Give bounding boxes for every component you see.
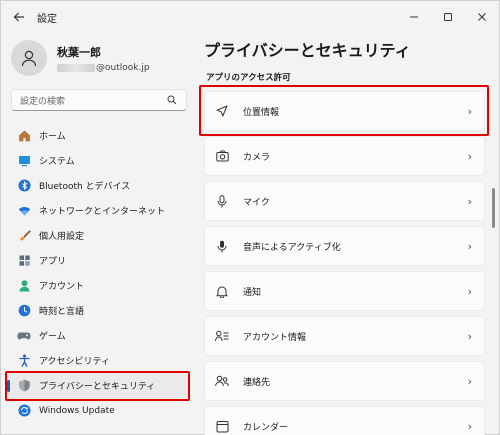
title-bar: 設定 (1, 1, 499, 33)
apps-icon (17, 254, 31, 268)
arrow-left-icon (13, 12, 24, 22)
sidebar-item-label: 時刻と言語 (39, 307, 85, 317)
search-placeholder: 設定の検索 (20, 96, 66, 107)
sidebar-item-label: アカウント (39, 282, 85, 292)
close-button[interactable] (465, 1, 499, 33)
location-highlight-box (199, 85, 489, 136)
setting-row-voice-activation[interactable]: 音声によるアクティブ化 › (204, 226, 485, 266)
user-email-domain: @outlook.jp (96, 62, 150, 73)
sidebar-item-home[interactable]: ホーム (7, 123, 189, 148)
scrollbar-thumb[interactable] (492, 188, 495, 228)
sidebar-item-time-language[interactable]: 時刻と言語 (7, 298, 189, 323)
chevron-right-icon: › (467, 284, 472, 298)
sidebar-item-label: システム (39, 157, 75, 167)
account-info-icon (215, 329, 229, 343)
setting-row-microphone[interactable]: マイク › (204, 181, 485, 221)
setting-row-label: マイク (243, 197, 270, 208)
chevron-right-icon: › (467, 419, 472, 433)
email-redaction (57, 63, 95, 72)
camera-icon (215, 149, 229, 163)
page-title: プライバシーとセキュリティ (204, 41, 411, 60)
account-icon (17, 279, 31, 293)
wifi-icon (17, 204, 31, 218)
sidebar-item-system[interactable]: システム (7, 148, 189, 173)
sidebar-item-gaming[interactable]: ゲーム (7, 323, 189, 348)
window-controls (397, 1, 499, 33)
sidebar-item-bluetooth[interactable]: Bluetooth とデバイス (7, 173, 189, 198)
sidebar-item-label: Windows Update (39, 405, 115, 416)
section-heading: アプリのアクセス許可 (206, 73, 291, 83)
bell-icon (215, 284, 229, 298)
sidebar-item-accounts[interactable]: アカウント (7, 273, 189, 298)
sidebar-item-windows-update[interactable]: Windows Update (7, 398, 189, 423)
update-icon (17, 404, 31, 418)
user-email: @outlook.jp (57, 63, 150, 73)
back-button[interactable] (5, 3, 33, 31)
setting-row-label: アカウント情報 (243, 332, 307, 343)
person-icon (21, 50, 37, 67)
sidebar-item-label: ネットワークとインターネット (39, 207, 166, 217)
search-input[interactable]: 設定の検索 (11, 89, 187, 111)
home-icon (17, 129, 31, 143)
setting-row-calendar[interactable]: カレンダー › (204, 406, 485, 435)
calendar-icon (215, 419, 229, 433)
maximize-icon (444, 13, 452, 21)
chevron-right-icon: › (467, 239, 472, 253)
setting-row-contacts[interactable]: 連絡先 › (204, 361, 485, 401)
search-icon[interactable] (166, 94, 178, 106)
minimize-icon (410, 16, 418, 18)
settings-list: 位置情報 › カメラ › マイク › 音声によるアクティブ化 › 通知 › アカ… (204, 91, 485, 435)
gamepad-icon (17, 329, 31, 343)
time-language-icon (17, 304, 31, 318)
chevron-right-icon: › (467, 149, 472, 163)
setting-row-label: カメラ (243, 152, 271, 163)
sidebar-item-accessibility[interactable]: アクセシビリティ (7, 348, 189, 373)
settings-window: 設定 秋葉一郎 @outlook.jp 設定の検索 ホーム システム Bluet… (0, 0, 500, 435)
bluetooth-icon (17, 179, 31, 193)
app-title: 設定 (37, 13, 57, 25)
chevron-right-icon: › (467, 194, 472, 208)
user-profile[interactable]: 秋葉一郎 @outlook.jp (11, 39, 181, 77)
sidebar-item-label: アクセシビリティ (39, 357, 111, 367)
setting-row-label: 通知 (243, 287, 262, 298)
sidebar-item-label: ホーム (39, 132, 66, 142)
sidebar-item-label: ゲーム (39, 332, 66, 342)
setting-row-account-info[interactable]: アカウント情報 › (204, 316, 485, 356)
chevron-right-icon: › (467, 329, 472, 343)
sidebar-item-personalization[interactable]: 個人用設定 (7, 223, 189, 248)
sidebar-item-label: 個人用設定 (39, 232, 85, 242)
setting-row-camera[interactable]: カメラ › (204, 136, 485, 176)
system-icon (17, 154, 31, 168)
maximize-button[interactable] (431, 1, 465, 33)
voice-activation-icon (215, 239, 229, 253)
minimize-button[interactable] (397, 1, 431, 33)
sidebar-item-label: アプリ (39, 257, 67, 267)
sidebar-item-apps[interactable]: アプリ (7, 248, 189, 273)
sidebar-highlight-box (5, 371, 190, 401)
avatar (11, 40, 47, 76)
contacts-icon (215, 374, 229, 388)
setting-row-label: カレンダー (243, 422, 289, 433)
user-name: 秋葉一郎 (57, 45, 101, 59)
accessibility-icon (17, 354, 31, 368)
chevron-right-icon: › (467, 374, 472, 388)
brush-icon (17, 229, 31, 243)
setting-row-notifications[interactable]: 通知 › (204, 271, 485, 311)
setting-row-label: 連絡先 (243, 377, 271, 388)
sidebar-item-network[interactable]: ネットワークとインターネット (7, 198, 189, 223)
microphone-icon (215, 194, 229, 208)
close-icon (478, 13, 486, 21)
sidebar-item-label: Bluetooth とデバイス (39, 182, 131, 192)
setting-row-label: 音声によるアクティブ化 (243, 242, 341, 253)
